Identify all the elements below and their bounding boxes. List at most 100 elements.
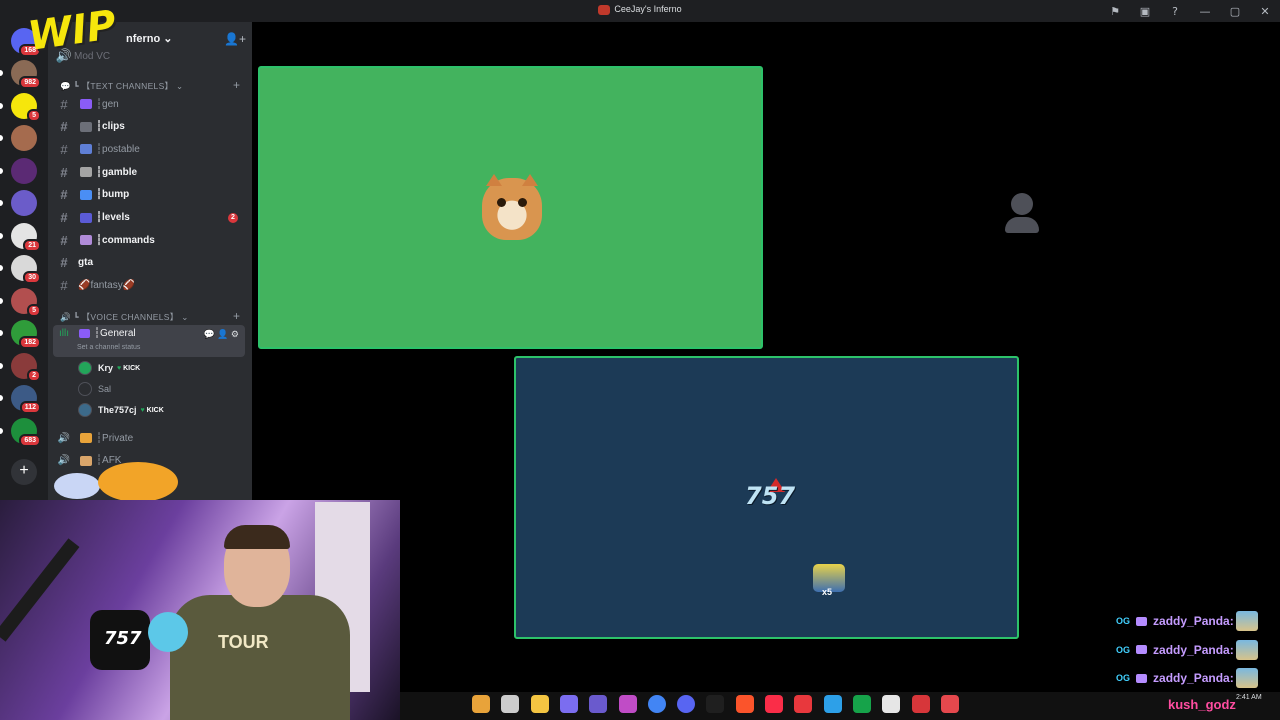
shirt-text: TOUR <box>218 632 269 652</box>
minimize-icon[interactable]: — <box>1190 0 1220 22</box>
video-tile-green[interactable] <box>258 66 763 349</box>
taskbar-app-icon[interactable] <box>472 695 490 713</box>
add-server-icon[interactable]: + <box>11 459 37 485</box>
inbox-icon[interactable]: ⚑ <box>1100 0 1130 22</box>
add-text-channel-icon[interactable]: + <box>233 78 240 92</box>
og-badge: OG <box>1116 616 1131 626</box>
server-6-icon[interactable]: 21 <box>11 222 41 252</box>
mic-arm <box>0 538 80 642</box>
taskbar-app-icon[interactable] <box>559 695 578 713</box>
channel-item[interactable]: # ┆levels 2 <box>54 208 246 228</box>
mention-badge: 2 <box>228 212 238 223</box>
taskbar-app-icon[interactable] <box>706 695 725 713</box>
chat-message: OG zaddy_Panda: <box>1116 639 1276 660</box>
server-badge: 982 <box>19 76 41 89</box>
bottom-username: kush_godz <box>1168 697 1236 712</box>
channel-item[interactable]: # ┆clips <box>54 117 246 137</box>
server-badge: 182 <box>19 336 41 349</box>
server-badge: 21 <box>23 238 41 252</box>
voice-user-name: The757cj <box>98 405 137 415</box>
category-text-channels[interactable]: 💬 ┗ 【TEXT CHANNELS】 ⌄ <box>60 80 183 92</box>
server-badge: 112 <box>19 401 41 414</box>
channel-item[interactable]: # ┆bump <box>54 185 246 205</box>
taskbar-app-icon[interactable] <box>501 695 520 713</box>
taskbar-app-icon[interactable] <box>589 695 608 713</box>
streamer-hair <box>224 525 290 549</box>
speaker-icon: 🔊 <box>57 455 71 466</box>
server-1-icon[interactable]: 982 <box>11 60 41 89</box>
channel-item[interactable]: # ┆postable <box>54 139 246 159</box>
channel-status[interactable]: Set a channel status <box>77 344 140 351</box>
channel-label: ┆levels <box>96 212 130 223</box>
channel-label: gta <box>78 257 93 269</box>
taskbar-app-icon[interactable] <box>911 695 930 713</box>
channel-emoji-icon <box>80 121 92 132</box>
server-11-icon[interactable]: 112 <box>11 385 41 414</box>
voice-user[interactable]: Kry ♥ KICK <box>78 359 140 377</box>
avatar <box>78 403 92 417</box>
unread-pill <box>0 70 3 76</box>
channel-label: ┆commands <box>96 234 155 246</box>
add-voice-channel-icon[interactable]: + <box>233 309 240 323</box>
taskbar-app-icon[interactable] <box>882 695 901 713</box>
maximize-icon[interactable]: ▢ <box>1220 0 1250 22</box>
taskbar-app-icon[interactable] <box>530 695 549 713</box>
taskbar-app-icon[interactable] <box>940 695 959 713</box>
channel-item[interactable]: # ┆gamble <box>54 162 246 182</box>
taskbar-app-icon[interactable] <box>735 695 754 713</box>
hash-icon: # <box>60 278 68 294</box>
taskbar-app-icon[interactable] <box>765 695 783 713</box>
voice-channel-actions[interactable]: 💬 👤 ⚙ <box>204 329 239 340</box>
hash-icon: # <box>60 141 68 157</box>
crown-badge-icon <box>1136 673 1148 683</box>
help-icon[interactable]: ? <box>1160 0 1190 22</box>
server-8-icon[interactable]: 5 <box>11 287 41 317</box>
taskbar-app-icon[interactable] <box>618 695 637 713</box>
taskbar-app-icon[interactable] <box>794 695 813 713</box>
channel-item[interactable]: # gta <box>54 253 246 273</box>
unread-pill <box>0 135 3 141</box>
channel-item[interactable]: # ┆commands <box>54 230 246 250</box>
server-9-icon[interactable]: 182 <box>11 320 41 349</box>
taskbar-app-icon[interactable] <box>677 695 696 713</box>
voice-user[interactable]: Sal <box>78 380 111 398</box>
server-7-icon[interactable]: 30 <box>11 255 41 284</box>
taskbar-app-icon[interactable] <box>823 695 842 713</box>
avatar <box>78 361 92 375</box>
mic-logo: 757 <box>104 628 142 649</box>
voice-user[interactable]: The757cj ♥ KICK <box>78 401 164 419</box>
channel-emoji-icon <box>80 167 92 178</box>
window-title: CeeJay's Inferno <box>0 4 1280 15</box>
voice-channel-item[interactable]: 🔊 ┆Private <box>54 428 246 448</box>
category-voice-channels[interactable]: 🔊 ┗ 【VOICE CHANNELS】 ⌄ <box>60 311 189 323</box>
channel-item[interactable]: # 🏈fantasy🏈 <box>54 276 246 296</box>
close-icon[interactable]: ✕ <box>1250 0 1280 22</box>
default-avatar-icon[interactable] <box>1005 193 1039 235</box>
crown-badge-icon <box>1136 645 1148 654</box>
taskbar-app-icon[interactable] <box>647 695 666 713</box>
chat-username: zaddy_Panda: <box>1153 671 1234 685</box>
server-3-icon[interactable] <box>11 125 37 151</box>
monitor-icon[interactable]: ▣ <box>1130 0 1160 22</box>
unread-pill <box>0 362 3 369</box>
title-bar: CeeJay's Inferno ⚑ ▣? — ▢ ✕ <box>0 0 1280 22</box>
channel-label: ┆bump <box>96 189 130 201</box>
server-4-icon[interactable] <box>11 157 37 184</box>
guild-name[interactable]: nferno ⌄ <box>126 32 173 45</box>
unread-pill <box>0 297 3 304</box>
server-badge: 2 <box>27 368 41 382</box>
channel-item[interactable]: # ┆gen <box>54 94 246 114</box>
server-10-icon[interactable]: 2 <box>11 352 41 382</box>
chat-emote-icon <box>1235 611 1258 631</box>
voice-user-name: Sal <box>98 384 112 394</box>
invite-people-icon[interactable]: 👤+ <box>224 32 246 46</box>
server-andii-icon[interactable] <box>11 190 37 216</box>
server-12-icon[interactable]: 683 <box>11 417 41 447</box>
channel-emoji-icon <box>80 212 92 223</box>
voice-channel-general[interactable]: ıllı ┆General Set a channel status 💬 👤 ⚙ <box>53 325 245 357</box>
taskbar-app-icon[interactable] <box>852 695 871 713</box>
unread-pill <box>0 167 3 174</box>
server-wip-icon[interactable]: 5 <box>11 92 41 122</box>
channel-emoji-icon <box>80 189 92 200</box>
chat-emote-icon <box>1235 668 1258 688</box>
